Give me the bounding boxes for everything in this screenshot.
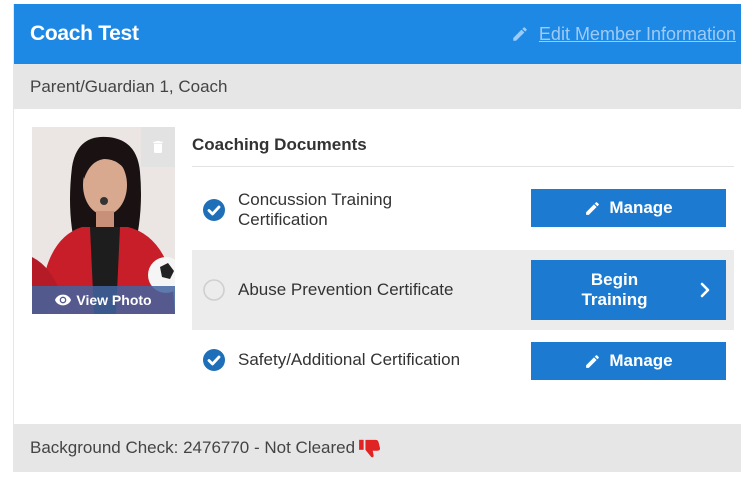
document-label: Safety/Additional Certification [238,350,461,369]
eye-icon [55,294,72,306]
begin-training-button[interactable]: Begin Training [531,260,726,320]
background-check-bar: Background Check: 2476770 - Not Cleared [14,424,741,472]
check-circle-icon [203,349,225,371]
roles-text: Parent/Guardian 1, Coach [30,76,228,96]
pencil-icon [586,354,600,368]
background-check-text: Background Check: 2476770 - Not Cleared [30,438,356,457]
document-label: Concussion Training Certification [238,190,393,229]
member-header: Coach Test Edit Member Information [14,4,741,64]
member-roles: Parent/Guardian 1, Coach [14,64,741,109]
edit-member-label: Edit Member Information [538,23,736,44]
member-name: Coach Test [30,22,139,45]
document-label: Abuse Prevention Certificate [238,280,454,299]
chevron-right-icon [700,282,709,298]
pencil-icon [586,201,600,215]
empty-circle-icon [203,279,225,301]
thumbs-down-icon [359,439,381,458]
document-row-safety: Safety/Additional Certification Manage [192,334,734,386]
edit-member-link[interactable]: Edit Member Information [511,24,736,45]
delete-photo-button[interactable] [141,127,175,167]
view-photo-label: View Photo [76,292,152,308]
member-card: Coach Test Edit Member Information Paren… [13,4,741,472]
member-photo[interactable]: View Photo [32,127,175,314]
manage-button[interactable]: Manage [531,342,726,380]
view-photo-button[interactable]: View Photo [32,286,175,314]
document-row-concussion: Concussion Training Certification Manage [192,174,734,246]
document-row-abuse-prevention: Abuse Prevention Certificate Begin Train… [192,250,734,330]
coaching-documents-title: Coaching Documents [192,135,367,154]
trash-icon [153,141,163,153]
check-circle-icon [203,199,225,221]
manage-button[interactable]: Manage [531,189,726,227]
divider [192,166,734,167]
pencil-icon [513,27,527,41]
